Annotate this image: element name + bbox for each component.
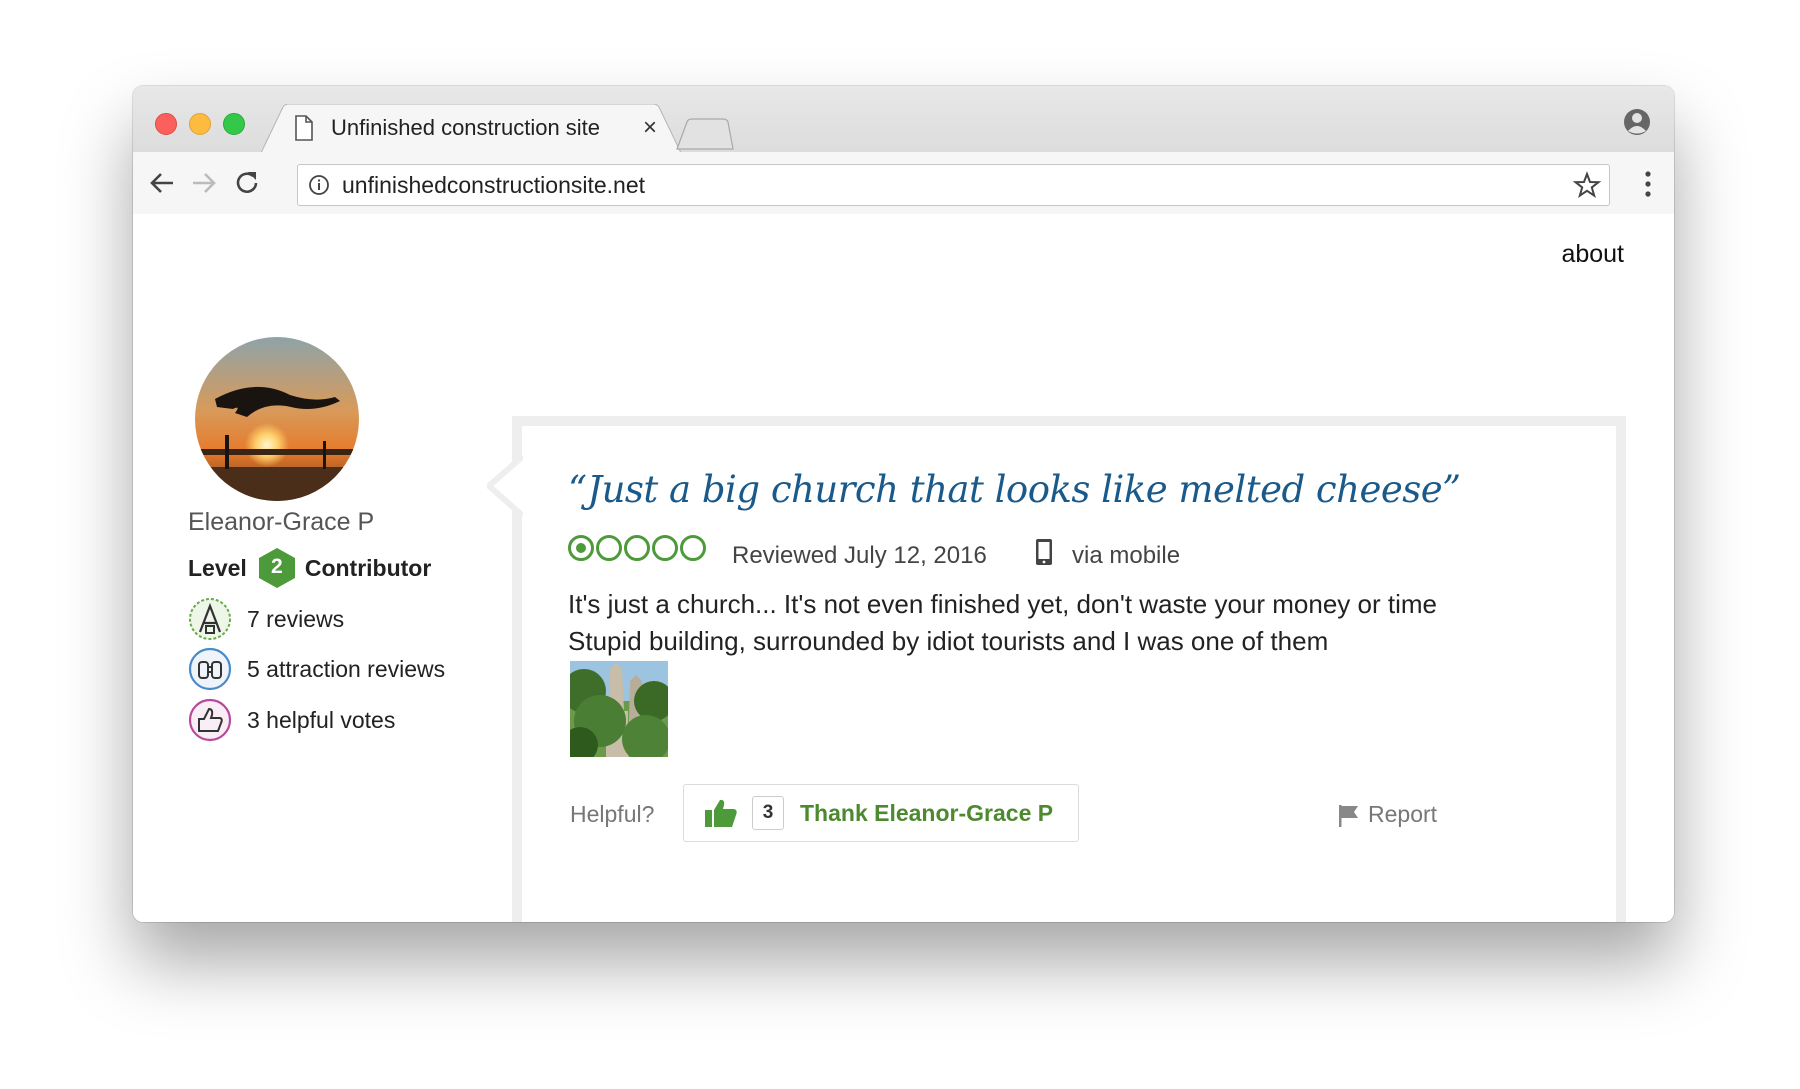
level-label: Level [188, 554, 247, 581]
thumbs-up-icon [705, 799, 737, 827]
page-content: about Eleanor-Grace P Level 2 Contributo… [133, 214, 1674, 922]
thumbs-up-icon [188, 698, 232, 742]
report-label: Report [1368, 801, 1438, 827]
reload-icon [236, 172, 258, 193]
minimize-window-button[interactable] [189, 113, 211, 135]
bubble-rating [568, 535, 708, 561]
document-icon [295, 115, 313, 141]
menu-dots-icon[interactable] [1644, 170, 1652, 198]
mobile-phone-icon [1036, 539, 1052, 565]
level-suffix: Contributor [304, 554, 432, 581]
user-name[interactable]: Eleanor-Grace P [188, 508, 374, 537]
rating-bubble-filled [568, 535, 594, 561]
browser-window: Unfinished construction site × unfinishe… [133, 86, 1674, 922]
reviews-icon [189, 598, 231, 640]
forward-button[interactable] [187, 166, 221, 200]
review-text: It's just a church... It's not even fini… [568, 589, 1437, 656]
level-badge: 2 [257, 547, 297, 589]
speech-pointer [487, 456, 523, 516]
avatar-photo [195, 337, 359, 501]
new-tab-button[interactable] [673, 116, 735, 150]
binoculars-icon [188, 647, 232, 691]
rating-bubble-empty [652, 535, 678, 561]
tab-close-icon[interactable]: × [643, 116, 657, 140]
review-card: “Just a big church that looks like melte… [512, 416, 1626, 922]
info-icon[interactable] [308, 174, 330, 196]
forward-arrow-icon [193, 173, 216, 193]
review-photo[interactable] [570, 661, 668, 757]
rating-bubble-empty [624, 535, 650, 561]
stat-reviews-text: 7 reviews [247, 605, 345, 632]
contributor-level: Level 2 Contributor [188, 547, 431, 589]
bookmark-star-icon[interactable] [1573, 171, 1601, 199]
maximize-window-button[interactable] [223, 113, 245, 135]
back-arrow-icon [150, 173, 173, 193]
avatar[interactable] [195, 337, 359, 501]
tab-content: Unfinished construction site × [293, 104, 665, 152]
back-button[interactable] [145, 166, 179, 200]
flag-icon [1339, 804, 1358, 827]
profile-icon[interactable] [1622, 107, 1652, 137]
stat-helpful-votes-text: 3 helpful votes [247, 706, 396, 733]
level-number: 2 [270, 555, 283, 578]
review-photo-image [570, 661, 668, 757]
review-date: Reviewed July 12, 2016 [732, 542, 987, 569]
thank-label: Thank Eleanor-Grace P [800, 799, 1054, 826]
url-text[interactable]: unfinishedconstructionsite.net [342, 172, 1573, 199]
reload-button[interactable] [230, 166, 264, 200]
close-window-button[interactable] [155, 113, 177, 135]
address-bar[interactable]: unfinishedconstructionsite.net [297, 164, 1610, 206]
stat-helpful-votes[interactable]: 3 helpful votes [187, 697, 395, 743]
browser-toolbar: unfinishedconstructionsite.net [133, 152, 1674, 215]
rating-bubble-empty [596, 535, 622, 561]
rating-bubble-empty [680, 535, 706, 561]
thank-button[interactable]: 3 Thank Eleanor-Grace P [683, 784, 1079, 842]
thank-count: 3 [752, 796, 784, 830]
stat-attraction-reviews-text: 5 attraction reviews [247, 655, 446, 682]
report-button[interactable]: Report [1336, 801, 1437, 828]
via-mobile: via mobile [1072, 542, 1181, 569]
title-bar: Unfinished construction site × [133, 86, 1674, 153]
stat-reviews[interactable]: 7 reviews [187, 596, 344, 642]
tab-title: Unfinished construction site [331, 115, 601, 140]
stat-attraction-reviews[interactable]: 5 attraction reviews [187, 646, 445, 692]
about-link[interactable]: about [1561, 240, 1624, 269]
helpful-label: Helpful? [570, 801, 655, 827]
review-title[interactable]: “Just a big church that looks like melte… [568, 468, 1461, 511]
